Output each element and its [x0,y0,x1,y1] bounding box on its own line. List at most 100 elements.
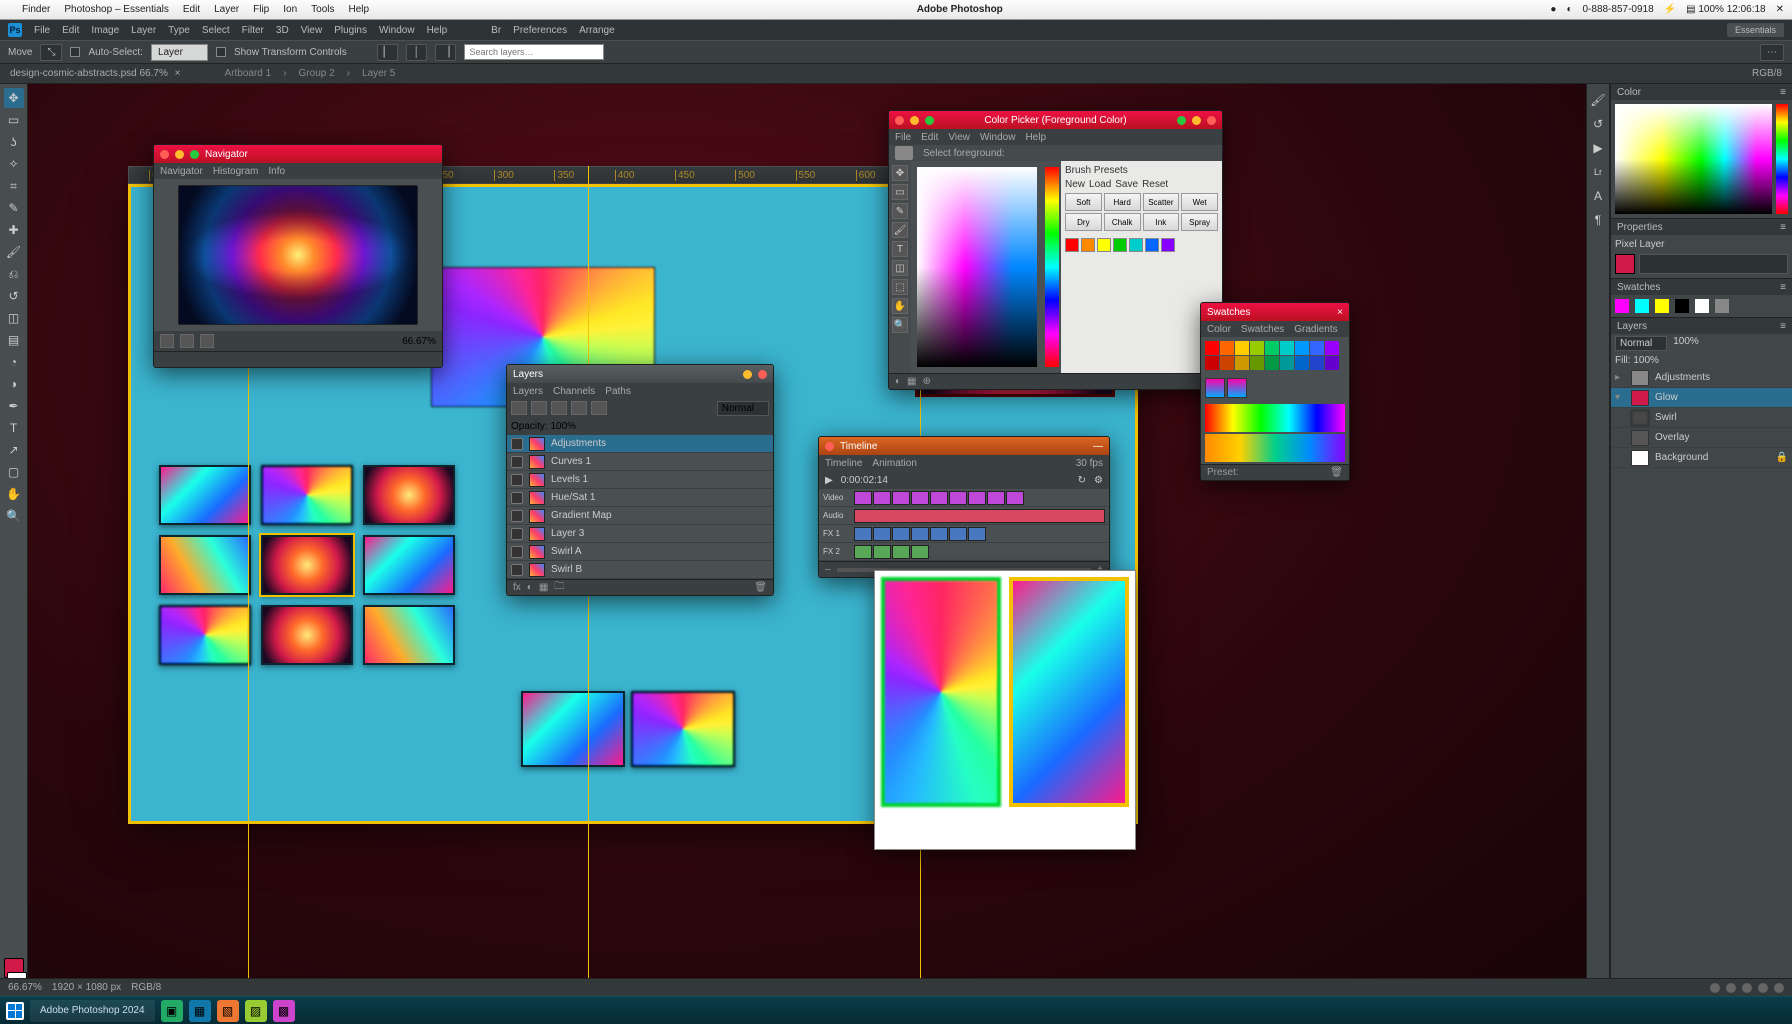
layer-row[interactable]: ▾Glow [1611,388,1792,408]
fx-icon[interactable]: fx [513,582,521,593]
taskbar-app[interactable]: Adobe Photoshop 2024 [30,1000,155,1022]
thumbnail[interactable] [363,465,455,525]
clip[interactable] [911,491,929,505]
menu-item[interactable]: Help [1025,132,1046,143]
placed-image[interactable] [1009,577,1129,807]
thumbnail[interactable] [261,535,353,595]
pen-tool-icon[interactable]: ✒ [4,396,24,416]
para-panel-icon[interactable]: ¶ [1590,212,1606,228]
lock-icon[interactable]: 🔒 [1776,452,1788,463]
clip[interactable] [930,491,948,505]
tool-icon[interactable]: ✥ [892,165,908,181]
swatch[interactable] [1097,238,1111,252]
filter-icon[interactable] [511,401,527,415]
wand-tool-icon[interactable]: ✧ [4,154,24,174]
auto-select-checkbox[interactable] [70,47,80,57]
tab[interactable]: Color [1207,324,1231,335]
swatch[interactable] [1235,356,1249,370]
swatch[interactable] [1265,356,1279,370]
clip[interactable] [987,491,1005,505]
tab[interactable]: Info [268,166,285,177]
swatch[interactable] [1161,238,1175,252]
minimize-icon[interactable] [1192,116,1201,125]
zoom-tool-icon[interactable]: 🔍 [4,506,24,526]
swatch[interactable] [1250,356,1264,370]
panel-titlebar[interactable]: Navigator [154,145,442,163]
menu-plugins[interactable]: Plugins [334,25,367,36]
gradient-preview[interactable] [1205,434,1345,462]
clip[interactable] [854,545,872,559]
timeline-track[interactable]: FX 2 [819,543,1109,561]
swatch[interactable] [1129,238,1143,252]
clip[interactable] [854,509,1105,523]
search-input[interactable] [464,44,604,60]
close-icon[interactable]: × [1337,307,1343,318]
footer-icon[interactable]: ⊕ [923,376,931,387]
brush-panel-icon[interactable]: 🖌 [1590,92,1606,108]
workspace-switcher[interactable]: Essentials [1727,23,1784,37]
tab[interactable]: Navigator [160,166,203,177]
panel-menu-icon[interactable]: ≡ [1780,282,1786,293]
tab[interactable]: Gradients [1294,324,1337,335]
breadcrumb[interactable]: Group 2 [299,68,335,79]
trash-icon[interactable]: 🗑 [754,582,767,593]
swatch[interactable] [1655,299,1669,313]
layer-row[interactable]: Layer 3 [507,525,773,543]
color-field[interactable] [917,167,1037,367]
thumbnail[interactable] [261,465,353,525]
blend-mode-dropdown[interactable]: Normal [717,401,769,416]
tool-icon[interactable]: ▭ [892,184,908,200]
layer-row[interactable]: Swirl A [507,543,773,561]
navigator-preview[interactable] [178,185,418,325]
status-icon[interactable]: ● [1550,4,1556,15]
swatch[interactable] [1310,356,1324,370]
taskbar-icon[interactable]: ▨ [245,1000,267,1022]
brush-tool-icon[interactable]: 🖌 [4,242,24,262]
gradient-preview[interactable] [1205,404,1345,432]
menu-bridge[interactable]: Br [491,25,501,36]
status-icon[interactable]: ⚡ [1664,4,1676,15]
history-panel-icon[interactable]: ↺ [1590,116,1606,132]
menu-window[interactable]: Window [379,25,415,36]
timeline-track[interactable]: Audio [819,507,1109,525]
adjust-icon[interactable]: ▦ [539,582,548,593]
clip[interactable] [854,491,872,505]
tool-icon[interactable]: T [892,241,908,257]
thumbnail[interactable] [521,691,625,767]
clip[interactable] [892,491,910,505]
start-button[interactable] [6,1002,24,1020]
tool-icon[interactable]: ✋ [892,298,908,314]
layers-panel[interactable]: Layers Layers Channels Paths Normal O [506,364,774,596]
eyedropper-tool-icon[interactable]: ✎ [4,198,24,218]
visibility-icon[interactable] [511,546,523,558]
collapse-icon[interactable]: — [1093,441,1103,452]
close-icon[interactable] [1207,116,1216,125]
timeline-track[interactable]: FX 1 [819,525,1109,543]
tab[interactable]: Swatches [1241,324,1284,335]
app-icon[interactable]: Ps [8,23,22,37]
taskbar-icon[interactable]: ▦ [189,1000,211,1022]
swatch[interactable] [1113,238,1127,252]
move-tool-icon[interactable]: ✥ [4,88,24,108]
brush-preset-button[interactable]: Dry [1065,213,1102,231]
align-center-icon[interactable]: │ [406,44,426,61]
menu-edit[interactable]: Edit [62,25,79,36]
swatch[interactable] [1325,356,1339,370]
visibility-icon[interactable] [511,564,523,576]
navigator-panel[interactable]: Navigator Navigator Histogram Info 66.67… [153,144,443,368]
layer-row[interactable]: Swirl [1611,408,1792,428]
zoom-icon[interactable] [1177,116,1186,125]
layer-row[interactable]: ▸Adjustments [1611,368,1792,388]
swatch[interactable] [1081,238,1095,252]
swatch[interactable] [1615,299,1629,313]
tool-icon[interactable]: 🔍 [892,317,908,333]
mac-app[interactable]: Finder [22,4,50,15]
visibility-icon[interactable] [511,456,523,468]
swatch[interactable] [1310,341,1324,355]
zoom-in-icon[interactable] [200,334,214,348]
layer-row[interactable]: Levels 1 [507,471,773,489]
lasso-tool-icon[interactable]: ʖ [4,132,24,152]
swatch[interactable] [1220,341,1234,355]
gradient-preset[interactable] [1227,378,1247,398]
breadcrumb[interactable]: Layer 5 [362,68,395,79]
